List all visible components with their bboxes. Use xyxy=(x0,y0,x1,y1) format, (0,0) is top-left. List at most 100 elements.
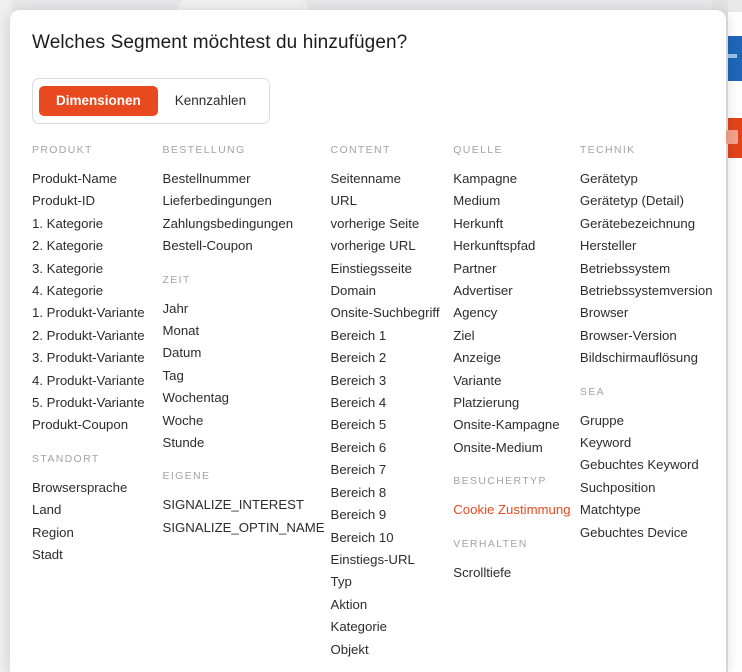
dimension-item[interactable]: Bereich 7 xyxy=(331,459,446,481)
dimension-item[interactable]: 3. Produkt-Variante xyxy=(32,347,155,369)
dimension-item[interactable]: 2. Kategorie xyxy=(32,235,155,257)
dimension-item[interactable]: 4. Kategorie xyxy=(32,280,155,302)
dimension-item[interactable]: Bestell-Coupon xyxy=(163,235,323,257)
dimension-item[interactable]: URL xyxy=(331,190,446,212)
group-heading: BESUCHERTYP xyxy=(453,475,547,488)
dimension-item[interactable]: Tag xyxy=(163,365,323,387)
dimension-item[interactable]: Bereich 9 xyxy=(331,504,446,526)
dimension-item[interactable]: 1. Produkt-Variante xyxy=(32,302,155,324)
dimension-item[interactable]: Seitenname xyxy=(331,168,446,190)
dimension-item[interactable]: Bestellnummer xyxy=(163,168,323,190)
dimension-item[interactable]: Bereich 6 xyxy=(331,437,446,459)
dimension-item[interactable]: vorherige URL xyxy=(331,235,446,257)
dimension-item[interactable]: 2. Produkt-Variante xyxy=(32,325,155,347)
tab-dimensionen[interactable]: Dimensionen xyxy=(39,86,158,116)
dimension-item[interactable]: Bereich 5 xyxy=(331,414,446,436)
dimension-item[interactable]: Aktion xyxy=(331,594,446,616)
group-zeit: ZEIT Jahr Monat Datum Tag Wochentag Woche Stund… xyxy=(163,274,323,455)
dimension-item[interactable]: Gebuchtes Keyword xyxy=(580,454,718,476)
dimension-item[interactable]: Monat xyxy=(163,320,323,342)
dimension-item[interactable]: Betriebssystem xyxy=(580,258,718,280)
dimension-item[interactable]: Woche xyxy=(163,410,323,432)
dimension-item[interactable]: Produkt-Coupon xyxy=(32,414,155,436)
dimension-item[interactable]: Bildschirmauflösung xyxy=(580,347,718,369)
dimension-item[interactable]: Hersteller xyxy=(580,235,718,257)
dimension-item[interactable]: Produkt-Name xyxy=(32,168,155,190)
dimension-item[interactable]: Bereich 1 xyxy=(331,325,446,347)
dimension-item[interactable]: Matchtype xyxy=(580,499,718,521)
dimension-item[interactable]: Zahlungsbedingungen xyxy=(163,213,323,235)
dimension-item[interactable]: Onsite-Suchbegriff xyxy=(331,302,446,324)
group-heading: CONTENT xyxy=(330,144,391,156)
dimension-item[interactable]: Betriebssystemversion xyxy=(580,280,718,302)
dimension-item[interactable]: SIGNALIZE_OPTIN_NAME xyxy=(163,517,325,539)
dimension-item[interactable]: Stadt xyxy=(32,544,155,566)
dialog-title: Welches Segment möchtest du hinzufügen? xyxy=(32,32,408,53)
group-heading: QUELLE xyxy=(453,144,503,156)
dimension-item[interactable]: Herkunftspfad xyxy=(453,235,572,257)
dimension-item[interactable]: Scrolltiefe xyxy=(453,562,572,584)
dimension-item[interactable]: Gruppe xyxy=(580,410,718,432)
dimension-item[interactable]: Anzeige xyxy=(453,347,572,369)
group-heading: VERHALTEN xyxy=(453,537,528,550)
group-heading: ZEIT xyxy=(162,273,191,286)
segment-type-tabs: Dimensionen Kennzahlen xyxy=(32,78,271,124)
dimension-item[interactable]: Keyword xyxy=(580,432,718,454)
dimension-item[interactable]: Einstiegsseite xyxy=(331,258,446,280)
dimension-item[interactable]: Bereich 10 xyxy=(331,527,446,549)
group-quelle: QUELLE Kampagne Medium Herkunft Herkunftspfa… xyxy=(453,144,572,459)
dimension-item[interactable]: Cookie Zustimmung xyxy=(453,499,572,521)
dimension-item[interactable]: Objekt xyxy=(331,639,446,661)
dimension-item[interactable]: 1. Kategorie xyxy=(32,213,155,235)
group-verhalten: VERHALTEN Scrolltiefe xyxy=(453,538,572,584)
column-quelle: QUELLE Kampagne Medium Herkunft Herkunftspfa… xyxy=(453,144,580,584)
backdrop-blue-panel xyxy=(728,36,742,81)
dimension-item[interactable]: Onsite-Kampagne xyxy=(453,414,572,436)
dimension-item[interactable]: Platzierung xyxy=(453,392,572,414)
dimension-item[interactable]: Wochentag xyxy=(163,387,323,409)
dimension-item[interactable]: Gerätetyp xyxy=(580,168,718,190)
dimension-item[interactable]: Bereich 3 xyxy=(331,370,446,392)
dimension-item[interactable]: Datum xyxy=(163,342,323,364)
dimension-item[interactable]: Region xyxy=(32,522,155,544)
group-eigene: EIGENE SIGNALIZE_INTEREST SIGNALIZE_OPTIN_… xyxy=(163,470,325,539)
dimension-item[interactable]: Gebuchtes Device xyxy=(580,522,718,544)
dimension-item[interactable]: Herkunft xyxy=(453,213,572,235)
dimension-item[interactable]: Browser-Version xyxy=(580,325,718,347)
dimension-item[interactable]: Gerätebezeichnung xyxy=(580,213,718,235)
dimension-item[interactable]: Gerätetyp (Detail) xyxy=(580,190,718,212)
dimension-item[interactable]: Browser xyxy=(580,302,718,324)
dimension-item[interactable]: Onsite-Medium xyxy=(453,437,572,459)
dimension-item[interactable]: 3. Kategorie xyxy=(32,258,155,280)
dimension-item[interactable]: Advertiser xyxy=(453,280,572,302)
dimension-item[interactable]: 4. Produkt-Variante xyxy=(32,370,155,392)
segment-picker-dialog: Welches Segment möchtest du hinzufügen? … xyxy=(10,10,726,672)
dimension-item[interactable]: Variante xyxy=(453,370,572,392)
dimension-item[interactable]: Kategorie xyxy=(331,616,446,638)
dimension-item[interactable]: Land xyxy=(32,499,155,521)
dimension-item[interactable]: Produkt-ID xyxy=(32,190,155,212)
dimension-item[interactable]: Jahr xyxy=(163,298,323,320)
tab-kennzahlen[interactable]: Kennzahlen xyxy=(158,86,263,116)
dimension-item[interactable]: Domain xyxy=(331,280,446,302)
dimension-item[interactable]: Bereich 8 xyxy=(331,482,446,504)
dimension-item[interactable]: Partner xyxy=(453,258,572,280)
dimension-item[interactable]: vorherige Seite xyxy=(331,213,446,235)
dimension-item[interactable]: 5. Produkt-Variante xyxy=(32,392,155,414)
dimension-item[interactable]: Suchposition xyxy=(580,477,718,499)
dimension-item[interactable]: Medium xyxy=(453,190,572,212)
dimension-item[interactable]: Bereich 2 xyxy=(331,347,446,369)
column-technik: TECHNIK Gerätetyp Gerätetyp (Detail) Geräte… xyxy=(580,144,726,544)
dimension-item[interactable]: Einstiegs-URL xyxy=(331,549,446,571)
dimension-item[interactable]: Ziel xyxy=(453,325,572,347)
dimension-item[interactable]: Typ xyxy=(331,571,446,593)
column-bestellung: BESTELLUNG Bestellnummer Lieferbedingungen… xyxy=(163,144,331,539)
group-heading: BESTELLUNG xyxy=(162,144,246,156)
dimension-item[interactable]: SIGNALIZE_INTEREST xyxy=(163,494,323,516)
dimension-item[interactable]: Kampagne xyxy=(453,168,572,190)
dimension-item[interactable]: Browsersprache xyxy=(32,477,155,499)
dimension-item[interactable]: Bereich 4 xyxy=(331,392,446,414)
dimension-item[interactable]: Stunde xyxy=(163,432,323,454)
dimension-item[interactable]: Lieferbedingungen xyxy=(163,190,323,212)
dimension-item[interactable]: Agency xyxy=(453,302,572,324)
